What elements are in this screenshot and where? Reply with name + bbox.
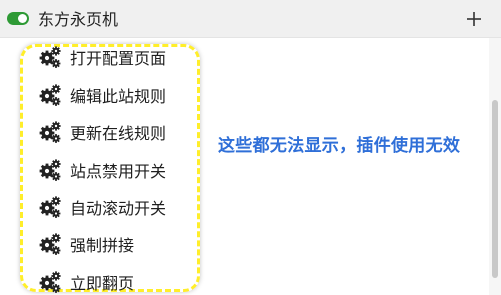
menu-item-next-page[interactable]: 立即翻页 <box>38 269 208 295</box>
gears-icon <box>38 158 62 182</box>
script-title: 东方永页机 <box>38 10 119 29</box>
gears-icon <box>38 83 62 107</box>
menu-item-site-disable-toggle[interactable]: 站点禁用开关 <box>38 157 208 183</box>
menu-item-label: 强制拼接 <box>70 236 135 255</box>
extension-popup: 东方永页机 打开配置页面 编辑此站规则 更新在线规则 站点禁用开关 自动滚动开关 <box>0 0 501 295</box>
menu-item-open-settings[interactable]: 打开配置页面 <box>38 44 208 70</box>
gears-icon <box>38 45 62 69</box>
menu-item-label: 打开配置页面 <box>70 49 167 68</box>
menu-item-label: 编辑此站规则 <box>70 87 167 106</box>
enable-toggle[interactable] <box>7 12 29 25</box>
script-header: 东方永页机 <box>0 0 501 38</box>
gears-icon <box>38 232 62 256</box>
menu-item-label: 站点禁用开关 <box>70 162 167 181</box>
menu-item-force-join[interactable]: 强制拼接 <box>38 231 208 257</box>
annotation-text: 这些都无法显示，插件使用无效 <box>218 136 461 156</box>
command-menu: 打开配置页面 编辑此站规则 更新在线规则 站点禁用开关 自动滚动开关 强制拼接 … <box>0 38 220 295</box>
menu-item-label: 更新在线规则 <box>70 124 167 143</box>
scrollbar-thumb[interactable] <box>492 100 498 278</box>
gears-icon <box>38 195 62 219</box>
gears-icon <box>38 120 62 144</box>
menu-item-label: 自动滚动开关 <box>70 199 167 218</box>
menu-item-update-rules[interactable]: 更新在线规则 <box>38 119 208 145</box>
menu-item-label: 立即翻页 <box>70 274 135 293</box>
gears-icon <box>38 270 62 294</box>
menu-item-edit-site-rule[interactable]: 编辑此站规则 <box>38 82 208 108</box>
menu-item-auto-scroll-toggle[interactable]: 自动滚动开关 <box>38 194 208 220</box>
toggle-knob <box>18 14 27 23</box>
add-button[interactable] <box>463 8 485 30</box>
